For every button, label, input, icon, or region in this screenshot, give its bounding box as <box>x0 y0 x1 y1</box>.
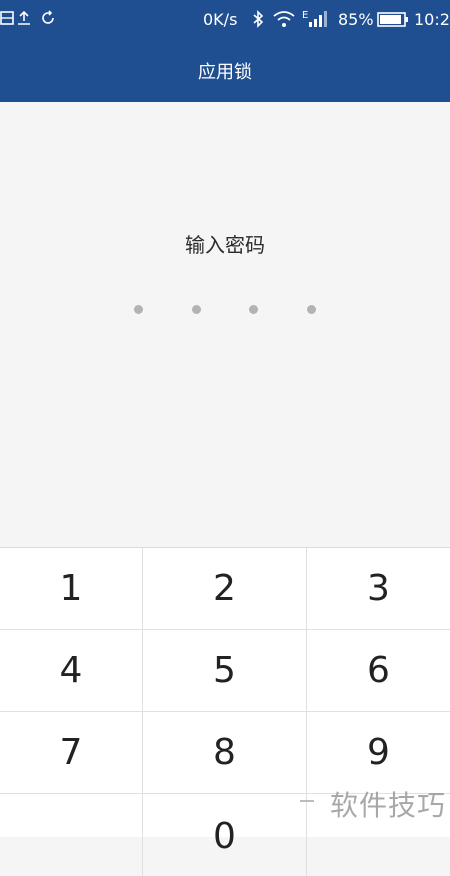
app-title: 应用锁 <box>198 62 252 83</box>
key-blank-left <box>0 794 143 876</box>
watermark-dash <box>300 800 314 802</box>
key-4[interactable]: 4 <box>0 630 143 712</box>
sync-icon <box>40 10 56 31</box>
key-5[interactable]: 5 <box>143 630 307 712</box>
key-3[interactable]: 3 <box>307 548 450 630</box>
clock: 10:2 <box>414 10 450 29</box>
key-2[interactable]: 2 <box>143 548 307 630</box>
wifi-icon <box>273 10 295 33</box>
key-8[interactable]: 8 <box>143 712 307 794</box>
key-9[interactable]: 9 <box>307 712 450 794</box>
pin-dot <box>192 305 201 314</box>
battery-icon <box>377 10 409 33</box>
network-speed: 0K/s <box>203 10 238 29</box>
key-7[interactable]: 7 <box>0 712 143 794</box>
app-bar: 应用锁 <box>0 40 450 102</box>
pin-dot <box>134 305 143 314</box>
pin-dot <box>307 305 316 314</box>
signal-icon <box>308 10 328 33</box>
status-bar: 0K/s E 85% 10:2 <box>0 0 450 40</box>
upload-icon <box>16 10 32 31</box>
battery-percent: 85% <box>338 10 374 29</box>
watermark: 软件技巧 <box>329 789 446 822</box>
key-0[interactable]: 0 <box>143 794 307 876</box>
password-prompt: 输入密码 <box>185 233 265 257</box>
gallery-icon <box>0 10 14 31</box>
pin-dot <box>249 305 258 314</box>
key-6[interactable]: 6 <box>307 630 450 712</box>
bluetooth-icon <box>252 10 264 33</box>
key-1[interactable]: 1 <box>0 548 143 630</box>
